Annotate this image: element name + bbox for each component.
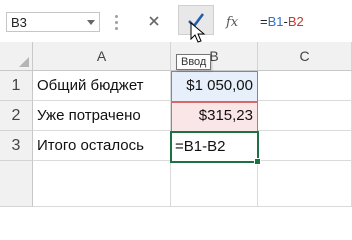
cancel-button[interactable] xyxy=(143,9,167,35)
cell-a1[interactable]: Общий бюджет xyxy=(33,71,171,101)
enter-tooltip: Ввод xyxy=(176,54,212,70)
x-icon xyxy=(149,16,159,26)
name-box-value: B3 xyxy=(11,15,27,30)
cell-c3[interactable] xyxy=(258,131,352,161)
cell-c2[interactable] xyxy=(258,101,352,131)
column-header-a[interactable]: A xyxy=(33,42,171,71)
active-cell-editor[interactable]: =B1-B2 xyxy=(175,138,225,155)
formula-ref-b1: B1 xyxy=(267,14,284,29)
svg-text:fx: fx xyxy=(225,15,239,30)
cell-b1[interactable]: $1 050,00 xyxy=(171,71,258,101)
name-box-dropdown-icon[interactable] xyxy=(87,20,95,25)
formula-ref-b2: B2 xyxy=(287,14,304,29)
select-all-button[interactable] xyxy=(0,42,33,71)
column-header-c[interactable]: C xyxy=(258,42,352,71)
fx-icon: fx xyxy=(225,15,239,30)
active-cell-b3[interactable]: =B1-B2 xyxy=(170,131,261,165)
cell-a3[interactable]: Итого осталось xyxy=(33,131,171,161)
formula-bar: B3 fx =B1-B2 xyxy=(0,0,352,43)
cell-c4[interactable] xyxy=(258,161,352,207)
cell-b2[interactable]: $315,23 xyxy=(171,101,258,131)
drag-handle-icon[interactable] xyxy=(115,15,118,31)
fill-handle[interactable] xyxy=(254,158,261,165)
cell-b4[interactable] xyxy=(171,161,258,207)
cell-a2[interactable]: Уже потрачено xyxy=(33,101,171,131)
cell-a4[interactable] xyxy=(33,161,171,207)
row-header-2[interactable]: 2 xyxy=(0,101,33,131)
row-header-1[interactable]: 1 xyxy=(0,71,33,101)
row-header-4[interactable] xyxy=(0,161,33,207)
name-box[interactable]: B3 xyxy=(6,12,100,32)
formula-input[interactable]: =B1-B2 xyxy=(260,14,304,29)
row-header-3[interactable]: 3 xyxy=(0,131,33,161)
insert-function-button[interactable]: fx xyxy=(221,9,245,35)
cell-c1[interactable] xyxy=(258,71,352,101)
mouse-pointer-icon xyxy=(190,22,206,43)
formula-equals: = xyxy=(260,14,268,29)
